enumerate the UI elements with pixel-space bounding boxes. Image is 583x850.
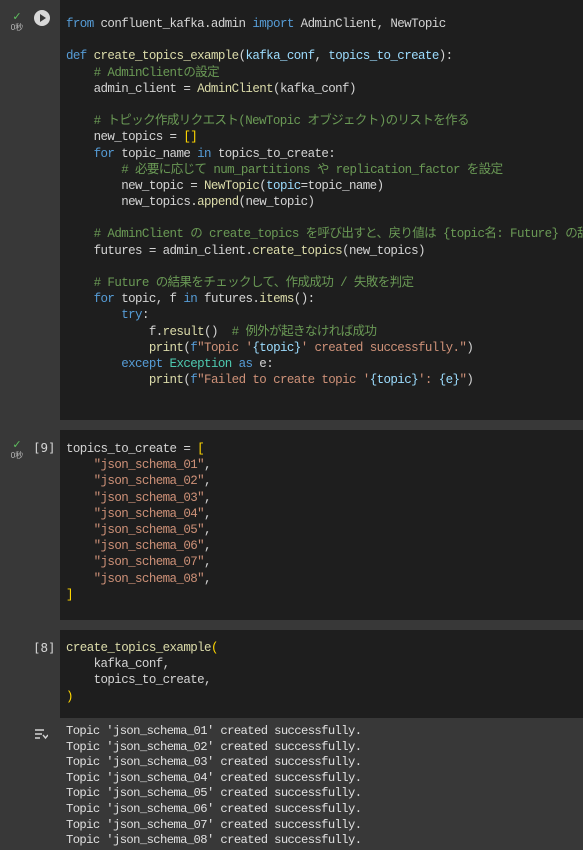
code-line: "json_schema_08", (93, 571, 212, 586)
output-line: Topic 'json_schema_05' created successfu… (66, 786, 362, 801)
output-line: Topic 'json_schema_02' created successfu… (66, 739, 362, 754)
code-line: topics_to_create, (66, 673, 212, 688)
code-line: "json_schema_07", (93, 555, 212, 570)
execution-count: [9] (33, 440, 56, 455)
code-line: for topic, f in futures.items(): (93, 292, 316, 307)
code-line: # 必要に応じて num_partitions や replication_fa… (121, 162, 503, 177)
code-line: futures = admin_client.create_topics(new… (66, 243, 426, 258)
output-line: Topic 'json_schema_08' created successfu… (66, 833, 362, 848)
code-lines: topics_to_create = [ "json_schema_01", "… (66, 441, 212, 603)
code-line: # AdminClientの設定 (93, 65, 220, 80)
code-line: ) (66, 689, 73, 704)
success-check-icon: ✓ (12, 11, 22, 23)
code-line: new_topics = [] (66, 130, 198, 145)
code-line: new_topics.append(new_topic) (66, 195, 315, 210)
code-line: "json_schema_02", (93, 474, 212, 489)
execution-time: 0秒 (10, 451, 24, 460)
code-line: f.result() # 例外が起きなければ成功 (66, 324, 377, 339)
cell-status: ✓ 0秒 (6, 12, 28, 33)
code-line: def create_topics_example(kafka_conf, to… (66, 49, 453, 64)
code-line: "json_schema_04", (93, 506, 212, 521)
code-line: "json_schema_03", (93, 490, 212, 505)
output-text: Topic 'json_schema_01' created successfu… (66, 724, 362, 849)
code-lines: create_topics_example( kafka_conf, topic… (66, 640, 218, 705)
code-line: # Future の結果をチェックして、作成成功 / 失敗を判定 (93, 276, 414, 290)
code-line: ] (66, 587, 73, 602)
success-check-icon: ✓ (12, 439, 22, 451)
code-line: new_topic = NewTopic(topic=topic_name) (66, 178, 384, 193)
run-cell-button[interactable] (34, 10, 50, 26)
execution-time: 0秒 (10, 23, 24, 32)
code-line: from confluent_kafka.admin import AdminC… (66, 17, 446, 31)
code-line: "json_schema_01", (93, 458, 212, 473)
code-line: print(f"Failed to create topic '{topic}'… (148, 373, 474, 388)
code-line: create_topics_example( (66, 641, 218, 655)
code-line: # トピック作成リクエスト(NewTopic オブジェクト)のリストを作る (93, 114, 470, 129)
code-editor[interactable]: from confluent_kafka.admin import AdminC… (60, 0, 583, 420)
code-line: except Exception as e: (121, 356, 274, 371)
code-cell-1[interactable]: ✓ 0秒 from confluent_kafka.admin import A… (0, 0, 583, 420)
code-editor[interactable]: topics_to_create = [ "json_schema_01", "… (60, 430, 583, 620)
code-cell-3[interactable]: [8] create_topics_example( kafka_conf, t… (0, 630, 583, 718)
code-line: "json_schema_06", (93, 539, 212, 554)
output-toggle-icon[interactable] (34, 727, 49, 741)
output-line: Topic 'json_schema_04' created successfu… (66, 770, 362, 785)
code-line: admin_client = AdminClient(kafka_conf) (66, 81, 357, 96)
output-line: Topic 'json_schema_06' created successfu… (66, 801, 362, 816)
code-line: try: (121, 308, 149, 323)
code-line: # AdminClient の create_topics を呼び出すと、戻り値… (93, 227, 583, 242)
code-line: for topic_name in topics_to_create: (93, 146, 336, 161)
code-line: topics_to_create = [ (66, 442, 205, 456)
code-lines: from confluent_kafka.admin import AdminC… (66, 16, 583, 388)
cell-output: Topic 'json_schema_01' created successfu… (0, 718, 583, 850)
code-line: print(f"Topic '{topic}' created successf… (148, 340, 474, 355)
cell-status: ✓ 0秒 (6, 440, 28, 461)
code-line: "json_schema_05", (93, 522, 212, 537)
code-cell-2[interactable]: ✓ 0秒 [9] topics_to_create = [ "json_sche… (0, 430, 583, 620)
code-editor[interactable]: create_topics_example( kafka_conf, topic… (60, 630, 583, 718)
execution-count: [8] (33, 640, 56, 655)
output-line: Topic 'json_schema_01' created successfu… (66, 724, 362, 738)
output-line: Topic 'json_schema_07' created successfu… (66, 817, 362, 832)
output-line: Topic 'json_schema_03' created successfu… (66, 755, 362, 770)
code-line: kafka_conf, (66, 657, 171, 672)
